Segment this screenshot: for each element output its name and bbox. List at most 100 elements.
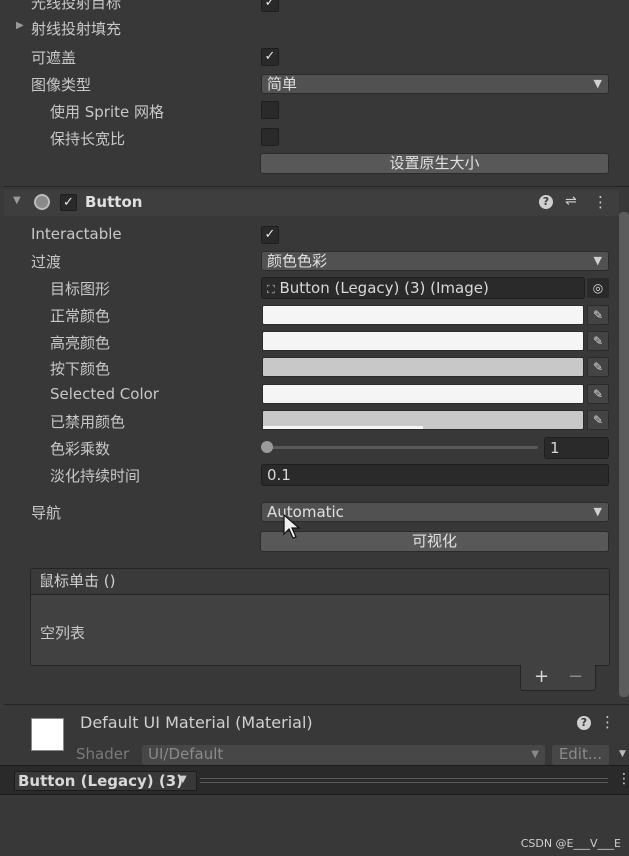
inspector-panel: { "image_component": { "raycast_target_l… [0, 0, 629, 856]
object-picker-button[interactable]: ◎ [587, 278, 609, 298]
watermark: CSDN @E___V___E [520, 837, 621, 850]
transition-value: 颜色色彩 [267, 252, 328, 270]
image-object-icon: ⛶ [267, 283, 275, 296]
preview-bar: Button (Legacy) (3) ▼ ⋮ [0, 765, 629, 795]
transition-label: 过渡 [31, 253, 62, 271]
target-icon: ◎ [592, 281, 604, 295]
fade-duration-field[interactable]: 0.1 [261, 464, 609, 486]
help-icon[interactable]: ? [539, 195, 553, 209]
target-graphic-value: Button (Legacy) (3) (Image) [279, 279, 489, 297]
component-title: Button [85, 193, 143, 211]
eyedropper-icon: ✎ [592, 413, 604, 427]
divider [4, 704, 629, 705]
dropdown-arrow-icon: ▼ [593, 77, 602, 90]
normal-color-label: 正常颜色 [50, 307, 111, 325]
mouse-cursor-icon [283, 514, 301, 539]
drag-handle-line[interactable] [200, 778, 608, 779]
dropdown-arrow-icon: ▼ [593, 254, 602, 267]
color-multiplier-track[interactable] [266, 446, 538, 449]
disabled-color-label: 已禁用颜色 [50, 413, 126, 431]
color-multiplier-thumb[interactable] [261, 441, 273, 453]
check-icon: ✓ [264, 0, 276, 10]
check-icon: ✓ [264, 227, 276, 242]
navigation-dropdown[interactable]: Automatic ▼ [261, 502, 609, 522]
check-icon: ✓ [63, 195, 74, 210]
selected-color-field[interactable] [262, 384, 584, 404]
eyedropper-button[interactable]: ✎ [587, 384, 609, 404]
remove-event-button[interactable]: − [568, 665, 583, 689]
interactable-label: Interactable [31, 225, 122, 243]
pressed-color-label: 按下颜色 [50, 360, 111, 378]
transition-dropdown[interactable]: 颜色色彩 ▼ [261, 251, 609, 271]
raycast-target-checkbox[interactable]: ✓ [261, 0, 279, 12]
selected-color-label: Selected Color [50, 385, 159, 403]
menu-icon[interactable]: ⋮ [600, 713, 615, 731]
fade-duration-label: 淡化持续时间 [50, 467, 141, 485]
eyedropper-button[interactable]: ✎ [587, 357, 609, 377]
eyedropper-button[interactable]: ✎ [587, 305, 609, 325]
color-multiplier-label: 色彩乘数 [50, 440, 111, 458]
material-title: Default UI Material (Material) [80, 713, 313, 732]
preview-title-dropdown[interactable]: Button (Legacy) (3) ▼ [14, 771, 197, 791]
disabled-color-field[interactable] [262, 410, 584, 430]
eyedropper-button[interactable]: ✎ [587, 331, 609, 351]
interactable-checkbox[interactable]: ✓ [261, 226, 279, 244]
use-sprite-mesh-label: 使用 Sprite 网格 [50, 103, 165, 121]
shader-value: UI/Default [148, 745, 224, 763]
component-enabled-checkbox[interactable]: ✓ [60, 194, 77, 211]
maskable-label: 可遮盖 [31, 49, 77, 67]
visualize-button[interactable]: 可视化 [260, 531, 609, 552]
eyedropper-icon: ✎ [592, 360, 604, 374]
presets-icon[interactable]: ⇌ [565, 193, 577, 209]
preserve-aspect-label: 保持长宽比 [50, 130, 126, 148]
shader-dropdown[interactable]: UI/Default ▼ [142, 745, 545, 765]
dropdown-arrow-icon: ▼ [593, 505, 602, 518]
onclick-event-list: 鼠标单击 () 空列表 [30, 568, 610, 666]
drag-handle-line[interactable] [200, 782, 608, 783]
raycast-target-label: 光线投射目标 [31, 0, 122, 12]
shader-label: Shader [76, 745, 130, 763]
list-footer-buttons: + − [520, 665, 596, 691]
target-graphic-label: 目标图形 [50, 280, 111, 298]
maskable-checkbox[interactable]: ✓ [261, 48, 279, 66]
preserve-aspect-checkbox[interactable] [261, 128, 279, 146]
help-icon[interactable]: ? [577, 716, 591, 730]
eyedropper-button[interactable]: ✎ [587, 410, 609, 430]
image-type-value: 简单 [267, 75, 298, 93]
set-native-size-button[interactable]: 设置原生大小 [260, 153, 609, 174]
menu-icon[interactable]: ⋮ [593, 193, 608, 211]
dropdown-arrow-icon: ▼ [179, 774, 187, 785]
empty-list-label: 空列表 [40, 624, 86, 642]
material-preview-thumbnail [31, 718, 64, 751]
normal-color-field[interactable] [262, 305, 584, 325]
raycast-padding-label[interactable]: 射线投射填充 [31, 18, 121, 39]
navigation-value: Automatic [267, 503, 344, 521]
image-type-label: 图像类型 [31, 76, 92, 94]
image-type-dropdown[interactable]: 简单 ▼ [261, 74, 609, 94]
color-multiplier-field[interactable]: 1 [544, 437, 609, 459]
divider [4, 186, 629, 187]
menu-icon[interactable]: ⋮ [617, 771, 629, 787]
eyedropper-icon: ✎ [592, 334, 604, 348]
component-icon [34, 194, 50, 210]
onclick-header: 鼠标单击 () [31, 569, 609, 595]
scrollbar[interactable] [619, 212, 629, 697]
dropdown-arrow-icon: ▼ [531, 749, 539, 760]
edit-shader-button[interactable]: Edit... [552, 745, 609, 765]
highlighted-color-label: 高亮颜色 [50, 334, 111, 352]
pressed-color-field[interactable] [262, 357, 584, 377]
eyedropper-icon: ✎ [592, 387, 604, 401]
navigation-label: 导航 [31, 504, 62, 522]
target-graphic-field[interactable]: ⛶ Button (Legacy) (3) (Image) [261, 277, 585, 299]
use-sprite-mesh-checkbox[interactable] [261, 101, 279, 119]
fold-right-icon[interactable]: ▶ [16, 20, 24, 31]
eyedropper-icon: ✎ [592, 308, 604, 322]
check-icon: ✓ [264, 49, 276, 64]
fold-down-icon[interactable]: ▼ [13, 195, 21, 206]
button-component-header[interactable]: ▼ ✓ Button ? ⇌ ⋮ [4, 190, 619, 216]
add-event-button[interactable]: + [534, 665, 549, 689]
alpha-bar [263, 426, 423, 429]
highlighted-color-field[interactable] [262, 331, 584, 351]
scroll-down-arrow-icon[interactable]: ▼ [619, 749, 626, 759]
preview-title: Button (Legacy) (3) [18, 772, 183, 790]
